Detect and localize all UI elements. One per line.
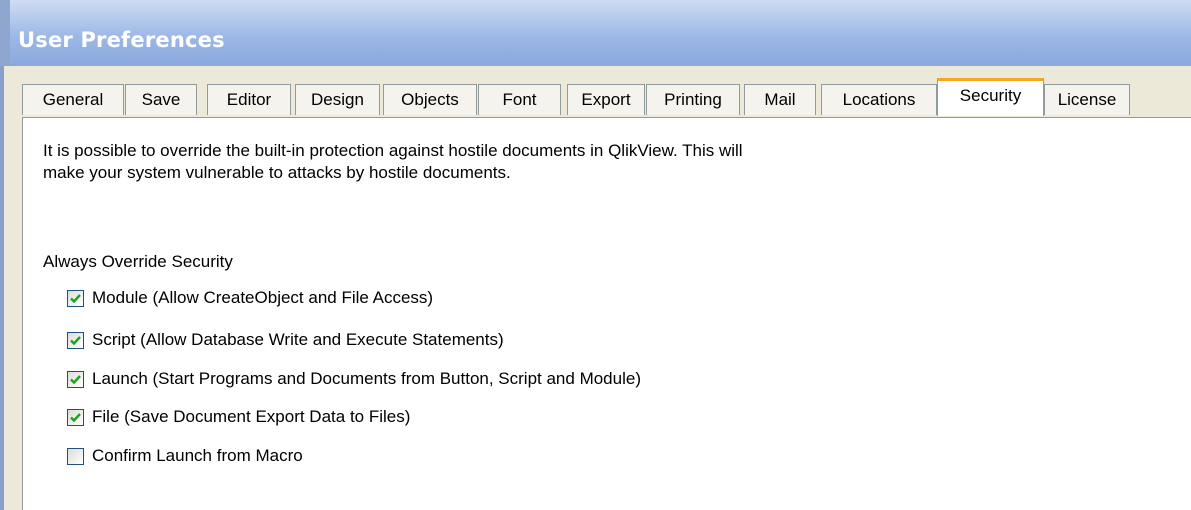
launch-checkbox-row[interactable]: Launch (Start Programs and Documents fro… xyxy=(67,367,641,391)
checkmark-icon xyxy=(70,374,81,384)
description-line: make your system vulnerable to attacks b… xyxy=(43,163,511,182)
tab-label: Objects xyxy=(401,90,459,109)
launch-checkbox-label: Launch (Start Programs and Documents fro… xyxy=(92,369,641,388)
tab-design[interactable]: Design xyxy=(295,84,380,115)
tab-label: Export xyxy=(581,90,631,109)
tab-label: Locations xyxy=(842,90,916,109)
tab-general[interactable]: General xyxy=(22,84,124,115)
window-border xyxy=(0,66,4,510)
tab-objects[interactable]: Objects xyxy=(383,84,477,115)
module-checkbox[interactable] xyxy=(67,289,84,307)
script-checkbox[interactable] xyxy=(67,331,84,349)
tab-label: Font xyxy=(502,90,537,109)
module-checkbox-label: Module (Allow CreateObject and File Acce… xyxy=(92,288,434,307)
override-security-group-label: Always Override Security xyxy=(43,252,233,271)
script-checkbox-label: Script (Allow Database Write and Execute… xyxy=(92,330,504,349)
security-description: It is possible to override the built-in … xyxy=(43,140,963,184)
description-line: It is possible to override the built-in … xyxy=(43,141,743,160)
tab-label: Editor xyxy=(226,90,272,109)
file-checkbox[interactable] xyxy=(67,408,84,426)
tab-license[interactable]: License xyxy=(1044,84,1130,115)
tab-label: License xyxy=(1057,90,1117,109)
tab-printing[interactable]: Printing xyxy=(646,84,740,115)
tab-label: Security xyxy=(959,86,1022,105)
tab-font[interactable]: Font xyxy=(478,84,561,115)
security-panel: It is possible to override the built-in … xyxy=(22,117,1191,510)
tab-label: Mail xyxy=(764,90,796,109)
checkmark-icon xyxy=(70,335,81,345)
confirm-launch-checkbox-row[interactable]: Confirm Launch from Macro xyxy=(67,444,303,468)
confirm-launch-checkbox-label: Confirm Launch from Macro xyxy=(92,446,303,465)
user-preferences-window: User Preferences General Save Editor Des… xyxy=(0,0,1191,510)
file-checkbox-label: File (Save Document Export Data to Files… xyxy=(92,407,411,426)
tab-save[interactable]: Save xyxy=(125,84,197,115)
checkmark-icon xyxy=(70,293,81,303)
tab-security[interactable]: Security xyxy=(937,78,1044,116)
tab-label: Save xyxy=(141,90,181,109)
tab-strip: General Save Editor Design Objects Font … xyxy=(22,78,1182,118)
tab-label: Design xyxy=(311,90,364,109)
script-checkbox-row[interactable]: Script (Allow Database Write and Execute… xyxy=(67,328,504,352)
confirm-launch-checkbox[interactable] xyxy=(67,447,84,465)
checkmark-icon xyxy=(70,412,81,422)
title-bar[interactable]: User Preferences xyxy=(0,0,1191,66)
tab-mail[interactable]: Mail xyxy=(744,84,816,115)
tab-editor[interactable]: Editor xyxy=(207,84,291,115)
module-checkbox-row[interactable]: Module (Allow CreateObject and File Acce… xyxy=(67,286,433,310)
tab-label: General xyxy=(42,90,104,109)
tab-locations[interactable]: Locations xyxy=(821,84,937,115)
tab-label: Printing xyxy=(664,90,722,109)
launch-checkbox[interactable] xyxy=(67,370,84,388)
window-title: User Preferences xyxy=(18,28,225,52)
tab-export[interactable]: Export xyxy=(567,84,645,115)
file-checkbox-row[interactable]: File (Save Document Export Data to Files… xyxy=(67,405,410,429)
